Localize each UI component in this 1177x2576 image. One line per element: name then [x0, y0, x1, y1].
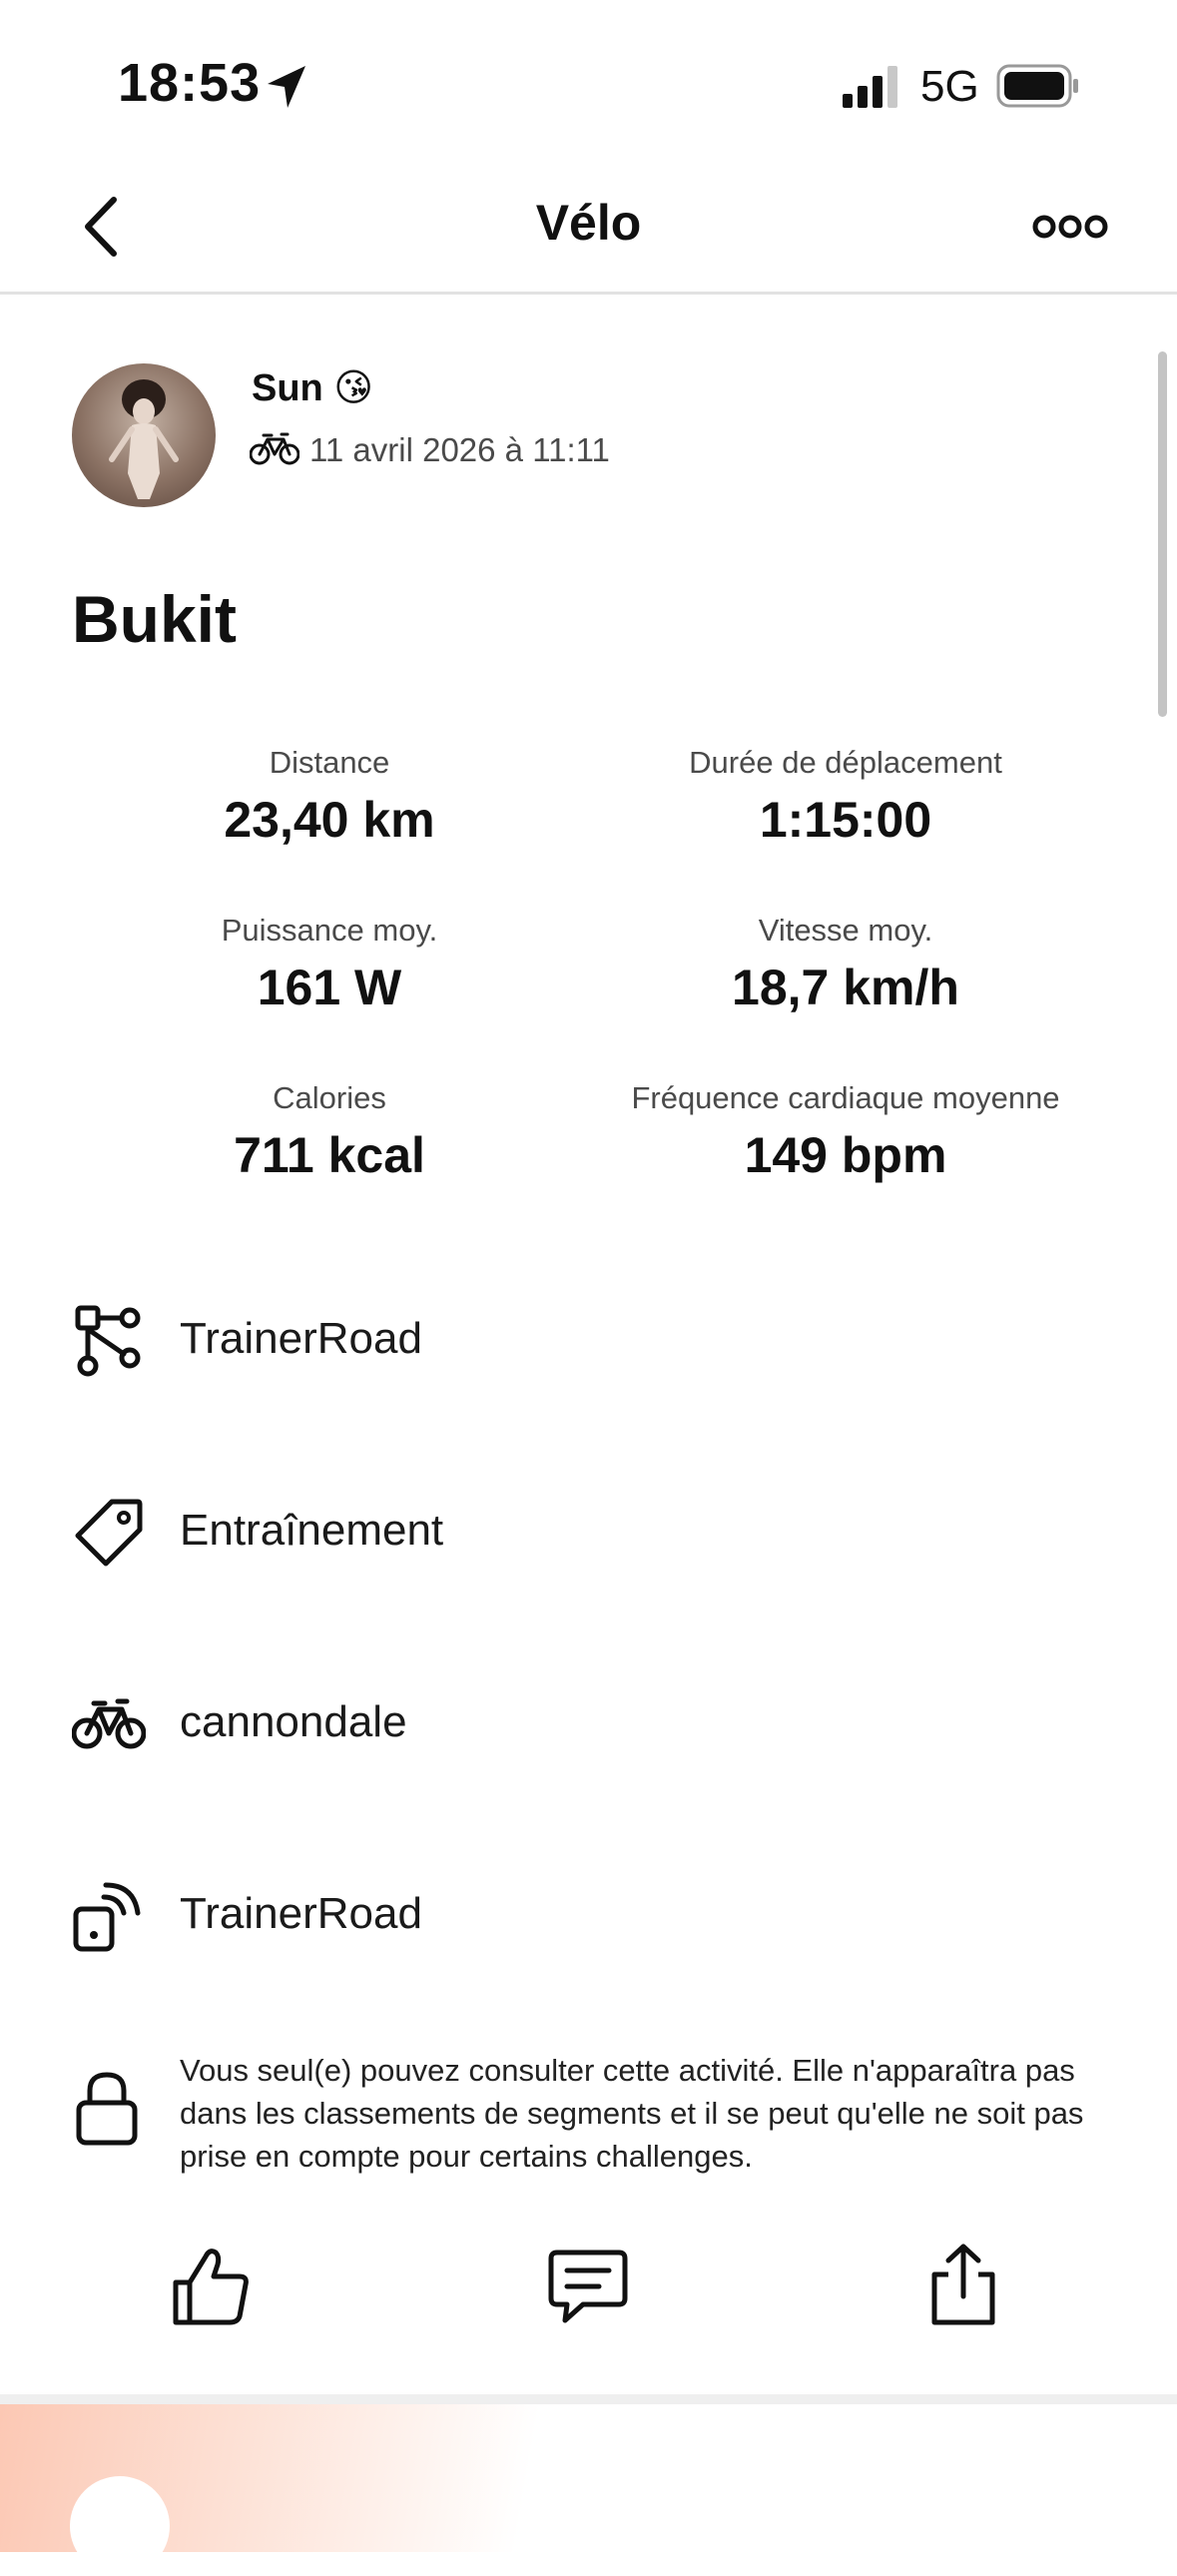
- next-section-avatar: [70, 2476, 170, 2576]
- stat-value: 161 W: [257, 960, 402, 1015]
- detail-device[interactable]: TrainerRoad: [180, 1889, 422, 1939]
- workout-tree-icon: [75, 1305, 141, 1377]
- privacy-notice: Vous seul(e) pouvez consulter cette acti…: [180, 2053, 1084, 2174]
- bike-icon: [72, 1698, 146, 1749]
- activity-date: 11 avril 2026 à 11:11: [309, 431, 610, 468]
- signal-icon: [843, 66, 897, 108]
- avatar[interactable]: [72, 363, 216, 507]
- stat-value: 711 kcal: [234, 1127, 425, 1183]
- athlete-name[interactable]: Sun 😘: [252, 365, 373, 410]
- tag-icon: [75, 1499, 143, 1567]
- detail-workout-source[interactable]: TrainerRoad: [180, 1314, 422, 1364]
- stat-avg-power: Puissance moy. 161 W: [70, 913, 589, 1016]
- stat-moving-time: Durée de déplacement 1:15:00: [586, 745, 1105, 849]
- stat-distance: Distance 23,40 km: [70, 745, 589, 849]
- detail-gear[interactable]: cannondale: [180, 1697, 407, 1747]
- next-section-card: [0, 2404, 1177, 2552]
- stat-label: Puissance moy.: [221, 913, 438, 948]
- stat-avg-speed: Vitesse moy. 18,7 km/h: [586, 913, 1105, 1016]
- section-divider: [0, 2394, 1177, 2404]
- nav-divider: [0, 292, 1177, 295]
- stat-label: Durée de déplacement: [689, 745, 1002, 780]
- battery-icon: [996, 64, 1078, 108]
- stat-value: 18,7 km/h: [732, 960, 959, 1015]
- stat-label: Vitesse moy.: [758, 913, 933, 948]
- activity-title: Bukit: [72, 582, 237, 656]
- more-icon[interactable]: [1032, 210, 1108, 244]
- device-sensor-icon: [73, 1882, 141, 1952]
- bike-icon: [250, 432, 299, 465]
- network-type: 5G: [920, 62, 979, 111]
- stat-label: Calories: [273, 1080, 386, 1115]
- detail-workout-type[interactable]: Entraînement: [180, 1506, 443, 1556]
- stat-calories: Calories 711 kcal: [70, 1080, 589, 1184]
- stat-avg-heart-rate: Fréquence cardiaque moyenne 149 bpm: [586, 1080, 1105, 1184]
- stat-value: 149 bpm: [744, 1127, 947, 1183]
- comment-icon[interactable]: [543, 2245, 633, 2334]
- location-arrow-icon: [268, 66, 305, 108]
- stat-value: 23,40 km: [224, 792, 435, 848]
- share-icon[interactable]: [918, 2241, 1008, 2330]
- stat-value: 1:15:00: [759, 792, 932, 848]
- lock-icon: [76, 2072, 138, 2146]
- kudos-thumb-icon[interactable]: [166, 2243, 256, 2332]
- stat-label: Distance: [269, 745, 390, 780]
- page-title: Vélo: [535, 195, 642, 251]
- scrollbar[interactable]: [1158, 351, 1167, 717]
- stat-label: Fréquence cardiaque moyenne: [631, 1080, 1060, 1115]
- status-time: 18:53: [118, 53, 262, 113]
